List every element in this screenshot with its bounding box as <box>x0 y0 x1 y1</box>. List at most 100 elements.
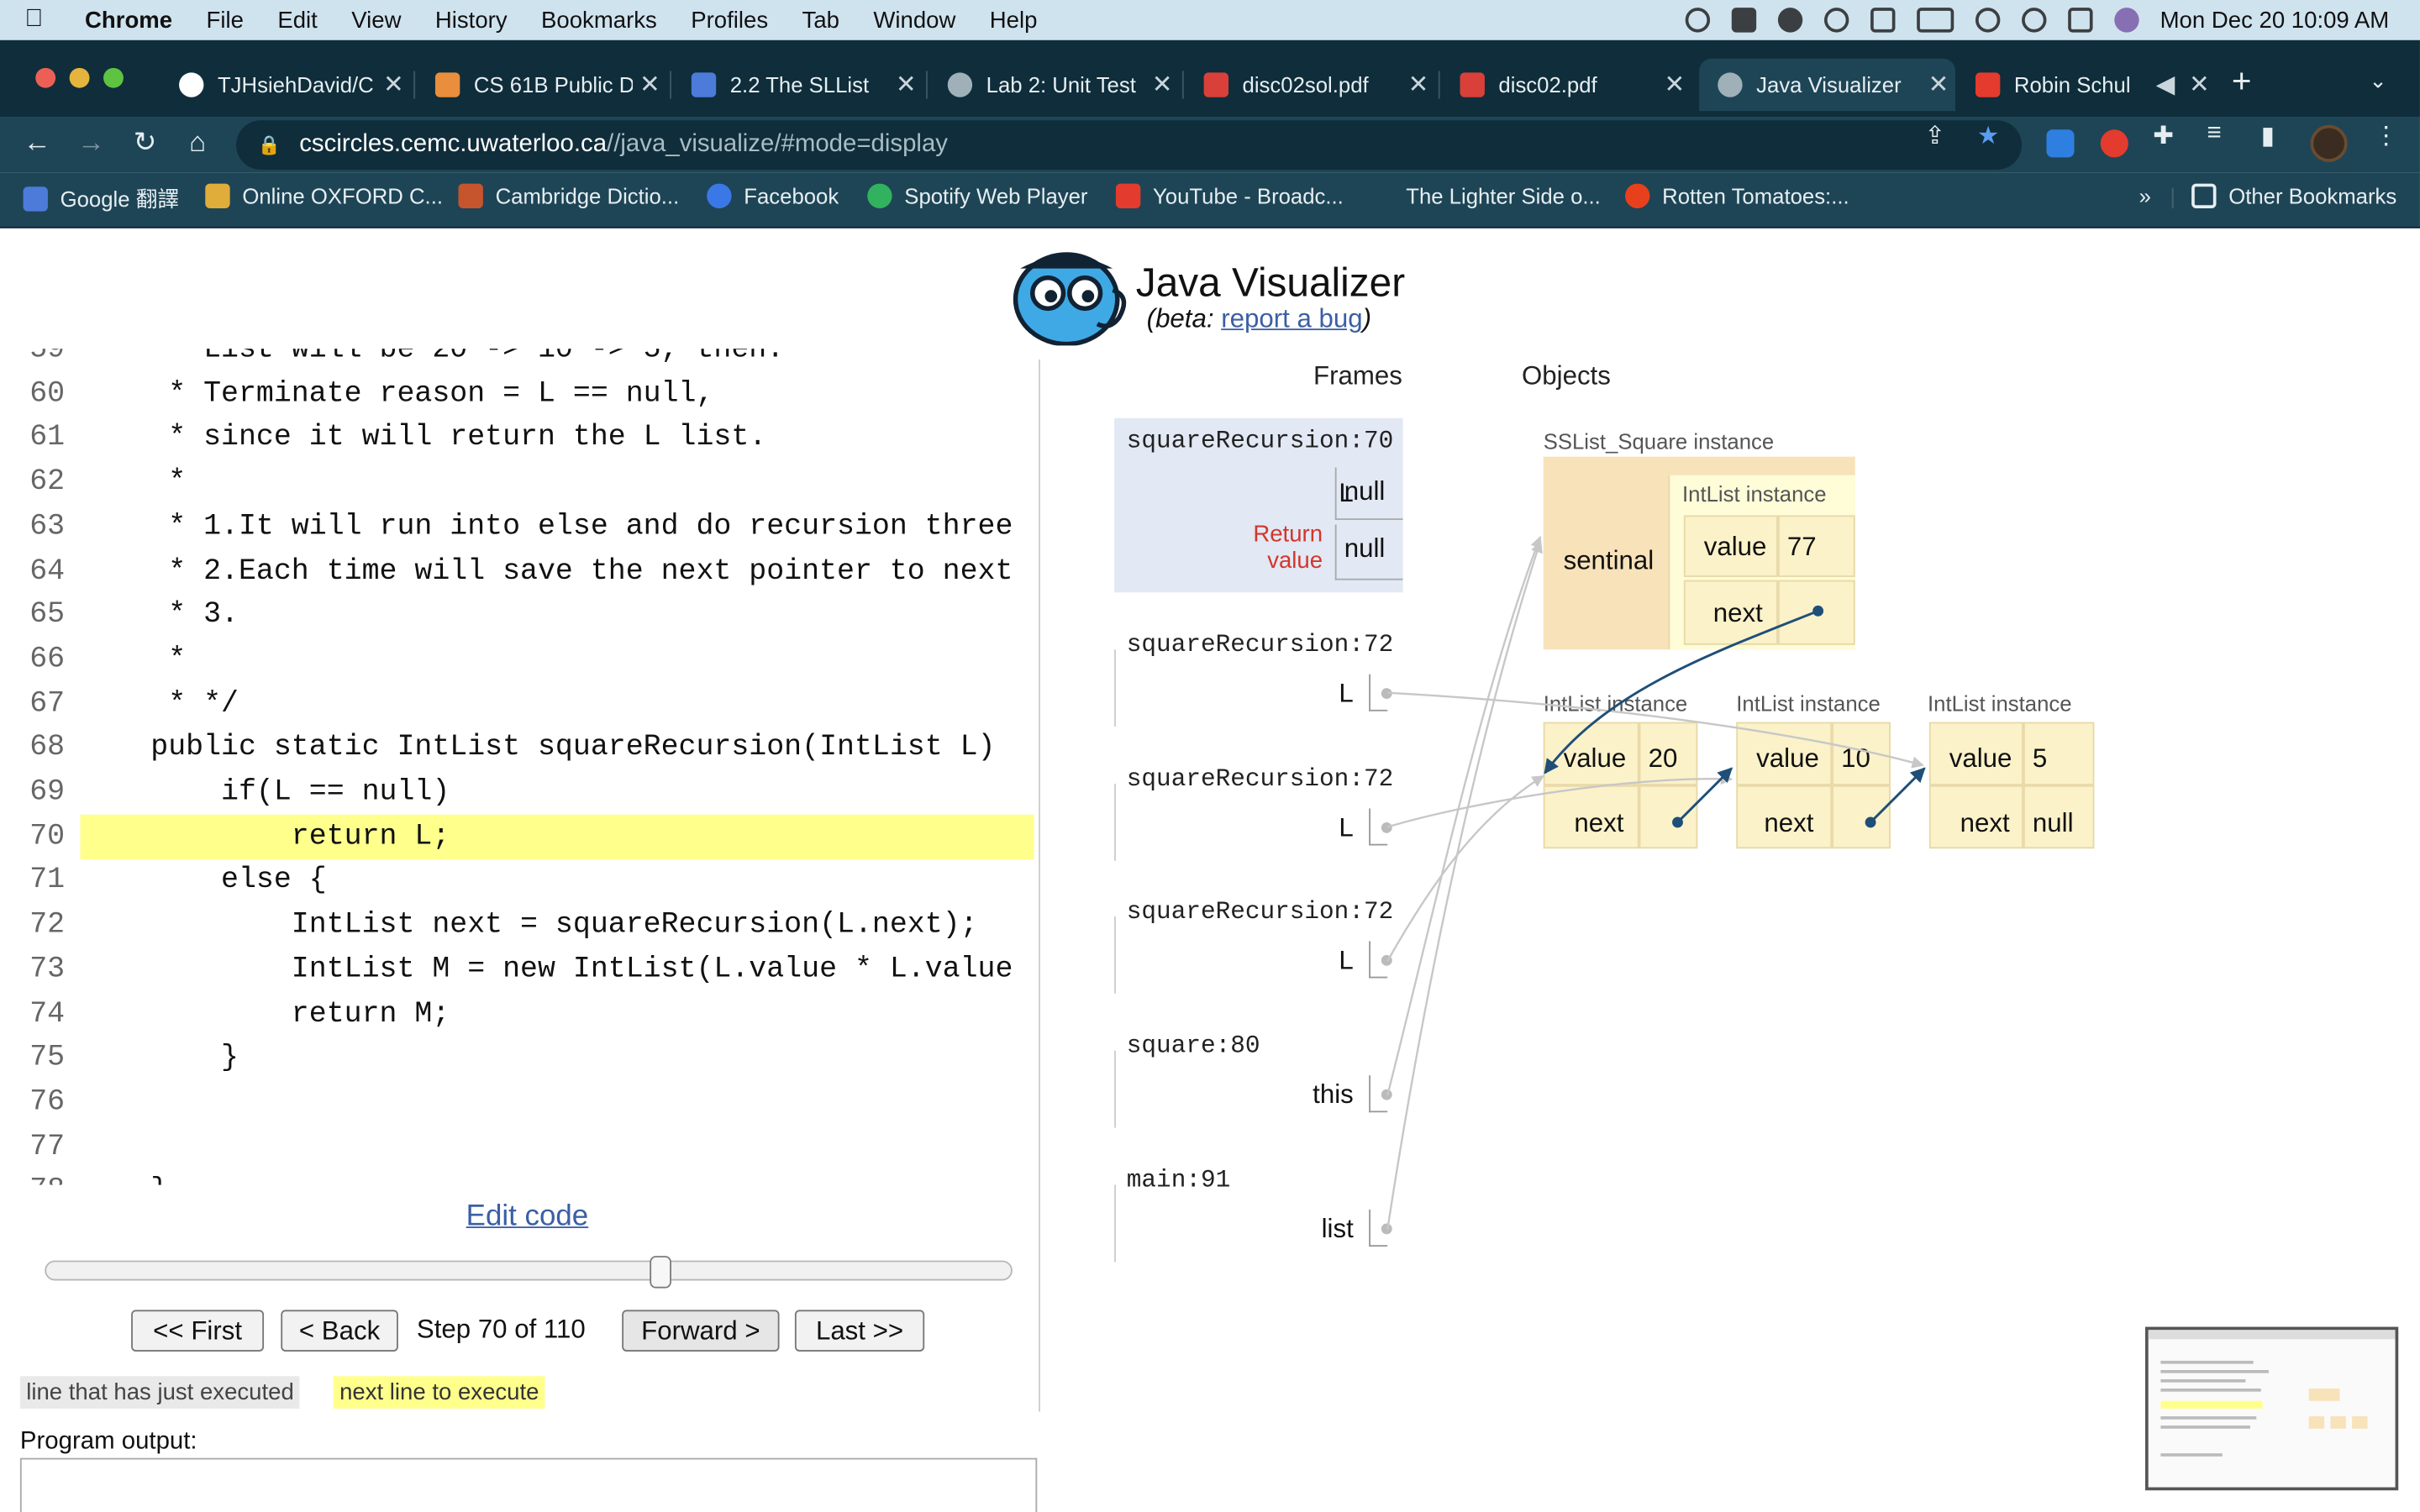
menu-history[interactable]: History <box>418 7 524 33</box>
edit-code-link[interactable]: Edit code <box>466 1200 589 1234</box>
bookmark-lighter-side[interactable]: The Lighter Side o... <box>1369 183 1601 208</box>
bookmarks-overflow-button[interactable]: » <box>2139 184 2151 208</box>
last-button[interactable]: Last >> <box>794 1310 925 1352</box>
list-pointer-to-sslist <box>1386 540 1543 1231</box>
screen-thumbnail-preview[interactable] <box>2145 1326 2399 1491</box>
bookmark-cambridge[interactable]: Cambridge Dictio... <box>458 183 679 208</box>
close-tab-icon[interactable]: ✕ <box>889 70 923 101</box>
bookmark-label: The Lighter Side o... <box>1406 183 1601 208</box>
siri-icon[interactable] <box>2113 8 2139 33</box>
reload-icon[interactable]: ↻ <box>127 127 164 160</box>
frame-var-name: this <box>1313 1079 1354 1110</box>
share-icon[interactable]: ⇪ <box>1924 120 1945 151</box>
bookmark-label: Google 翻譯 <box>60 186 180 212</box>
extension-shield-icon[interactable] <box>2100 129 2128 158</box>
bookmark-oxford[interactable]: Online OXFORD C... <box>205 183 443 208</box>
code-line: 78 } <box>0 1168 1037 1184</box>
value-key: value <box>1756 743 1819 774</box>
step-slider-thumb[interactable] <box>649 1256 671 1289</box>
apple-icon[interactable]:  <box>0 6 68 34</box>
tab-youtube[interactable]: Robin Schul ◀ ✕ <box>1957 59 2217 111</box>
battery-icon[interactable] <box>1916 8 1954 33</box>
legend-next-line: next line to execute <box>333 1376 545 1409</box>
close-tab-icon[interactable]: ✕ <box>1145 70 1179 101</box>
extension-lock-icon[interactable] <box>2046 129 2075 158</box>
report-bug-link[interactable]: report a bug <box>1221 304 1362 333</box>
frame-var-name: L <box>1339 812 1354 843</box>
menu-window[interactable]: Window <box>856 7 972 33</box>
line-number: 64 <box>29 553 66 587</box>
home-icon[interactable]: ⌂ <box>179 127 216 160</box>
close-tab-icon[interactable]: ✕ <box>1658 70 1691 101</box>
tab-disc02sol[interactable]: disc02sol.pdf ✕ <box>1186 59 1436 111</box>
chrome-menu-icon[interactable]: ⋮ <box>2374 120 2398 151</box>
close-window-button[interactable] <box>35 67 56 88</box>
pointer-dot <box>1381 1089 1392 1100</box>
profile-avatar[interactable] <box>2310 124 2348 162</box>
menu-file[interactable]: File <box>189 7 260 33</box>
side-panel-icon[interactable]: ▮ <box>2261 120 2275 151</box>
beta-suffix: ) <box>1362 303 1372 333</box>
tab-java-visualizer[interactable]: Java Visualizer ✕ <box>1699 58 1956 112</box>
other-bookmarks[interactable]: Other Bookmarks <box>2191 183 2397 208</box>
facebook-icon <box>707 183 732 208</box>
back-button[interactable]: < Back <box>281 1310 398 1352</box>
code-text: return L; <box>80 814 1034 859</box>
close-tab-icon[interactable]: ✕ <box>1922 70 1955 101</box>
pointer-dot <box>1381 822 1392 833</box>
forward-button[interactable]: Forward > <box>622 1310 780 1352</box>
forward-arrow-icon[interactable]: → <box>72 127 109 160</box>
code-panel[interactable]: 59 * List will be 20 -> 10 -> 5, then. 60… <box>0 349 1037 1185</box>
minimize-window-button[interactable] <box>69 67 90 88</box>
bookmark-rotten-tomatoes[interactable]: Rotten Tomatoes:... <box>1625 183 1849 208</box>
control-center-icon[interactable] <box>2067 8 2092 33</box>
lock-icon[interactable]: 🔒 <box>258 134 281 156</box>
tab-sllist[interactable]: 2.2 The SLList ✕ <box>673 59 923 111</box>
tab-cs61b-public[interactable]: CS 61B Public D ✕ <box>417 59 667 111</box>
spotlight-search-icon[interactable] <box>2021 8 2046 33</box>
address-bar[interactable]: 🔒 cscircles.cemc.uwaterloo.ca //java_vis… <box>236 120 2023 171</box>
menu-tab[interactable]: Tab <box>785 7 856 33</box>
close-tab-icon[interactable]: ✕ <box>2182 70 2216 101</box>
wifi-icon[interactable] <box>1975 8 2000 33</box>
step-slider-track[interactable] <box>45 1260 1013 1281</box>
program-output-box[interactable] <box>19 1457 1038 1512</box>
play-status-icon[interactable] <box>1684 8 1710 33</box>
tab-disc02[interactable]: disc02.pdf ✕ <box>1441 59 1691 111</box>
menu-app-name[interactable]: Chrome <box>68 7 190 33</box>
line-number: 73 <box>29 951 66 986</box>
media-queue-icon[interactable]: ≡ <box>2207 120 2221 148</box>
tab-lab2[interactable]: Lab 2: Unit Test ✕ <box>929 59 1180 111</box>
input-method-icon[interactable] <box>1731 8 1756 33</box>
close-tab-icon[interactable]: ✕ <box>633 70 666 101</box>
other-bookmarks-label: Other Bookmarks <box>2228 183 2397 208</box>
zoom-window-button[interactable] <box>103 67 124 88</box>
moon-icon[interactable] <box>1777 8 1802 33</box>
menu-profiles[interactable]: Profiles <box>674 7 785 33</box>
menu-bookmarks[interactable]: Bookmarks <box>524 7 674 33</box>
mute-tab-icon[interactable]: ◀ <box>2149 70 2182 101</box>
close-tab-icon[interactable]: ✕ <box>376 70 410 101</box>
close-tab-icon[interactable]: ✕ <box>1402 70 1435 101</box>
new-tab-button[interactable]: + <box>2232 61 2252 102</box>
tab-title: CS 61B Public D <box>473 72 634 97</box>
first-button[interactable]: << First <box>131 1310 265 1352</box>
intlist-instance-label: IntList instance <box>1736 690 1881 717</box>
back-arrow-icon[interactable]: ← <box>18 127 55 160</box>
bookmark-google-translate[interactable]: Google 翻譯 <box>23 184 180 215</box>
menu-view[interactable]: View <box>334 7 418 33</box>
line-number: 63 <box>29 508 66 543</box>
tab-search-chevron-icon[interactable]: ⌄ <box>2369 68 2387 94</box>
menu-edit[interactable]: Edit <box>260 7 334 33</box>
tab-github[interactable]: TJHsiehDavid/C ✕ <box>160 59 411 111</box>
bookmark-spotify[interactable]: Spotify Web Player <box>867 183 1088 208</box>
bookmark-youtube[interactable]: YouTube - Broadc... <box>1115 183 1344 208</box>
bluetooth-icon[interactable] <box>1870 8 1895 33</box>
intlist-instance-label: IntList instance <box>1543 690 1688 717</box>
extensions-puzzle-icon[interactable]: ✚ <box>2153 120 2174 151</box>
clock[interactable]: Mon Dec 20 10:09 AM <box>2160 7 2390 33</box>
menu-help[interactable]: Help <box>973 7 1055 33</box>
extension-status-icon[interactable] <box>1823 8 1849 33</box>
bookmark-facebook[interactable]: Facebook <box>707 183 839 208</box>
bookmark-star-icon[interactable]: ★ <box>1977 120 1999 151</box>
